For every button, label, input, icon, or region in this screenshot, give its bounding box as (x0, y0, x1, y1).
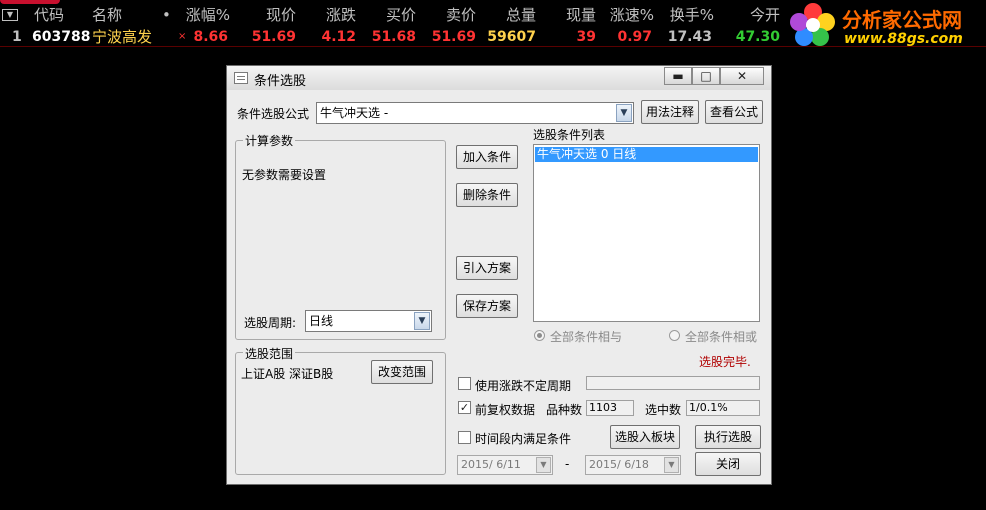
stock-screener-dialog: 条件选股 ▬ □ ✕ 条件选股公式 牛气冲天选 - ▼ 用法注释 查看公式 计算… (226, 65, 772, 485)
date-from-picker[interactable]: 2015/ 6/11 ▼ (457, 455, 553, 475)
radio-all-and-label: 全部条件相与 (550, 330, 623, 344)
no-params-text: 无参数需要设置 (242, 168, 327, 182)
dropdown-arrow-icon[interactable]: ▼ (664, 457, 679, 473)
adjusted-data-checkbox[interactable]: ✓ (458, 401, 471, 414)
radio-all-or-label: 全部条件相或 (685, 330, 758, 344)
period-value: 日线 (309, 314, 334, 328)
change-range-button[interactable]: 改变范围 (371, 360, 433, 384)
row-bid: 51.68 (371, 29, 416, 45)
row-turnover: 17.43 (667, 29, 712, 45)
close-icon[interactable]: ✕ (720, 67, 764, 85)
dialog-titlebar[interactable]: 条件选股 ▬ □ ✕ (227, 66, 771, 90)
col-change-pct[interactable]: 涨幅% (176, 4, 230, 26)
col-last-volume[interactable]: 现量 (546, 4, 596, 26)
dialog-title: 条件选股 (254, 74, 307, 89)
period-label: 选股周期: (244, 316, 297, 330)
add-condition-button[interactable]: 加入条件 (456, 145, 518, 169)
col-turnover[interactable]: 换手% (660, 4, 714, 26)
date-to-picker[interactable]: 2015/ 6/18 ▼ (585, 455, 681, 475)
delete-condition-button[interactable]: 删除条件 (456, 183, 518, 207)
status-text: 选股完毕. (699, 355, 751, 369)
col-speed[interactable]: 涨速% (600, 4, 654, 26)
time-range-label: 时间段内满足条件 (475, 432, 572, 446)
save-plan-button[interactable]: 保存方案 (456, 294, 518, 318)
params-group-label: 计算参数 (243, 132, 296, 149)
condition-list[interactable]: 牛气冲天选 0 日线 (533, 144, 760, 322)
row-ask: 51.69 (431, 29, 476, 45)
col-change[interactable]: 涨跌 (306, 4, 356, 26)
execute-button[interactable]: 执行选股 (695, 425, 761, 449)
date-to-value: 2015/ 6/18 (589, 458, 649, 471)
formula-value: 牛气冲天选 - (320, 106, 389, 120)
uncertain-period-checkbox[interactable] (458, 377, 471, 390)
formula-label: 条件选股公式 (237, 107, 310, 121)
row-code: 603788 (32, 29, 91, 45)
list-item[interactable]: 牛气冲天选 0 日线 (535, 147, 758, 162)
maximize-icon[interactable]: □ (692, 67, 720, 85)
col-mark[interactable]: • (162, 4, 171, 26)
condition-list-label: 选股条件列表 (533, 128, 606, 142)
logo-flower-icon (790, 3, 835, 46)
row-change-pct: 8.66 (193, 29, 228, 45)
site-logo: 分析家公式网 www.88gs.com (786, 2, 986, 50)
dropdown-arrow-icon[interactable]: ▼ (536, 457, 551, 473)
col-code[interactable]: 代码 (34, 4, 64, 26)
col-price[interactable]: 现价 (246, 4, 296, 26)
uncertain-period-field (586, 376, 760, 390)
adjusted-data-label: 前复权数据 (475, 403, 536, 417)
uncertain-period-label: 使用涨跌不定周期 (475, 379, 572, 393)
row-name: 宁波高发 (92, 28, 153, 46)
row-change: 4.12 (321, 29, 356, 45)
logo-url: www.88gs.com (844, 31, 963, 47)
col-open[interactable]: 今开 (730, 4, 780, 26)
variety-count-field: 1103 (586, 400, 634, 416)
import-plan-button[interactable]: 引入方案 (456, 256, 518, 280)
minimize-icon[interactable]: ▬ (664, 67, 692, 85)
radio-all-and[interactable] (534, 330, 545, 341)
selected-count-field: 1/0.1% (686, 400, 760, 416)
app-doc-icon (234, 72, 248, 84)
col-volume[interactable]: 总量 (486, 4, 536, 26)
col-name[interactable]: 名称 (92, 4, 122, 26)
formula-select[interactable]: 牛气冲天选 - ▼ (316, 102, 634, 124)
row-price: 51.69 (251, 29, 296, 45)
dropdown-arrow-icon[interactable]: ▼ (616, 104, 632, 122)
row-index: 1 (12, 29, 22, 45)
range-group-label: 选股范围 (243, 345, 296, 362)
col-bid[interactable]: 买价 (366, 4, 416, 26)
row-speed: 0.97 (617, 29, 652, 45)
range-value: 上证A股 深证B股 (241, 367, 334, 381)
usage-button[interactable]: 用法注释 (641, 100, 699, 124)
time-range-checkbox[interactable] (458, 431, 471, 444)
logo-title: 分析家公式网 (842, 8, 962, 32)
dropdown-arrow-icon[interactable]: ▼ (414, 312, 430, 330)
variety-count-label: 品种数 (546, 403, 583, 417)
close-button[interactable]: 关闭 (695, 452, 761, 476)
to-block-button[interactable]: 选股入板块 (610, 425, 680, 449)
selected-count-label: 选中数 (645, 403, 682, 417)
row-last-volume: 39 (576, 29, 596, 45)
date-separator: - (565, 457, 570, 471)
view-formula-button[interactable]: 查看公式 (705, 100, 763, 124)
row-open: 47.30 (735, 29, 780, 45)
row-volume: 59607 (487, 29, 536, 45)
radio-all-or[interactable] (669, 330, 680, 341)
date-from-value: 2015/ 6/11 (461, 458, 521, 471)
period-select[interactable]: 日线 ▼ (305, 310, 432, 332)
col-ask[interactable]: 卖价 (426, 4, 476, 26)
